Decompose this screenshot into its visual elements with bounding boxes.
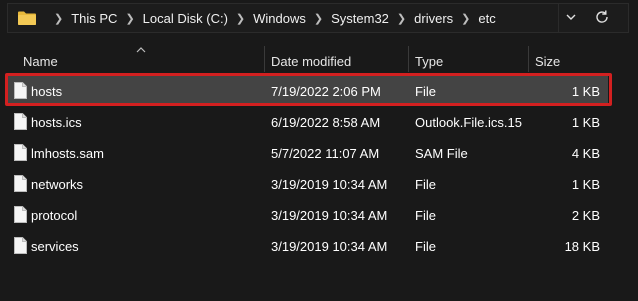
file-size: 1 KB bbox=[571, 177, 600, 192]
column-header: Name Date modified Type Size bbox=[0, 44, 638, 72]
file-date: 3/19/2019 10:34 AM bbox=[271, 208, 388, 223]
folder-icon bbox=[18, 11, 36, 25]
file-row[interactable]: lmhosts.sam 5/7/2022 11:07 AM SAM File 4… bbox=[8, 138, 608, 168]
chevron-right-icon: ❯ bbox=[125, 12, 135, 25]
file-date: 3/19/2019 10:34 AM bbox=[271, 239, 388, 254]
column-header-name[interactable]: Name bbox=[23, 54, 58, 69]
file-type: File bbox=[415, 177, 436, 192]
file-name: services bbox=[31, 239, 79, 254]
file-icon bbox=[14, 175, 27, 192]
file-icon bbox=[14, 237, 27, 254]
file-name: protocol bbox=[31, 208, 78, 223]
column-header-date[interactable]: Date modified bbox=[271, 54, 351, 69]
file-size: 18 KB bbox=[564, 239, 600, 254]
breadcrumb-system32[interactable]: System32 bbox=[331, 11, 389, 26]
file-type: SAM File bbox=[415, 146, 468, 161]
chevron-right-icon: ❯ bbox=[54, 12, 64, 25]
breadcrumb-local-disk[interactable]: Local Disk (C:) bbox=[143, 11, 228, 26]
chevron-right-icon: ❯ bbox=[235, 12, 246, 25]
chevron-right-icon: ❯ bbox=[313, 12, 324, 25]
file-icon bbox=[14, 113, 27, 130]
highlight-annotation bbox=[5, 73, 612, 106]
breadcrumb-this-pc[interactable]: This PC bbox=[71, 11, 117, 26]
breadcrumb-windows[interactable]: Windows bbox=[253, 11, 306, 26]
file-size: 4 KB bbox=[571, 146, 600, 161]
file-date: 5/7/2022 11:07 AM bbox=[271, 146, 380, 161]
address-bar[interactable]: ❯ This PC ❯ Local Disk (C:) ❯ Windows ❯ … bbox=[7, 3, 559, 33]
file-date: 3/19/2019 10:34 AM bbox=[271, 177, 388, 192]
file-type: File bbox=[415, 208, 436, 223]
refresh-icon[interactable] bbox=[594, 9, 610, 25]
chevron-right-icon: ❯ bbox=[396, 12, 407, 25]
column-divider[interactable] bbox=[264, 46, 265, 72]
file-icon bbox=[14, 206, 27, 223]
column-divider[interactable] bbox=[408, 46, 409, 72]
file-row[interactable]: protocol 3/19/2019 10:34 AM File 2 KB bbox=[8, 200, 608, 230]
file-icon bbox=[14, 144, 27, 161]
file-type: File bbox=[415, 239, 436, 254]
file-name: networks bbox=[31, 177, 84, 192]
file-row[interactable]: services 3/19/2019 10:34 AM File 18 KB bbox=[8, 231, 608, 261]
file-name: hosts.ics bbox=[31, 115, 82, 130]
chevron-right-icon: ❯ bbox=[461, 12, 471, 25]
file-size: 1 KB bbox=[571, 115, 600, 130]
file-date: 6/19/2022 8:58 AM bbox=[271, 115, 381, 130]
sort-ascending-icon bbox=[136, 42, 146, 53]
file-row[interactable]: networks 3/19/2019 10:34 AM File 1 KB bbox=[8, 169, 608, 199]
file-row[interactable]: hosts.ics 6/19/2022 8:58 AM Outlook.File… bbox=[8, 107, 608, 137]
breadcrumb-drivers[interactable]: drivers bbox=[414, 11, 453, 26]
column-header-type[interactable]: Type bbox=[415, 54, 443, 69]
column-divider[interactable] bbox=[528, 46, 529, 72]
file-size: 2 KB bbox=[571, 208, 600, 223]
file-type: Outlook.File.ics.15 bbox=[415, 115, 522, 130]
file-name: lmhosts.sam bbox=[31, 146, 104, 161]
column-header-size[interactable]: Size bbox=[535, 54, 560, 69]
breadcrumb-etc[interactable]: etc bbox=[478, 11, 495, 26]
chevron-down-icon[interactable] bbox=[564, 10, 578, 24]
